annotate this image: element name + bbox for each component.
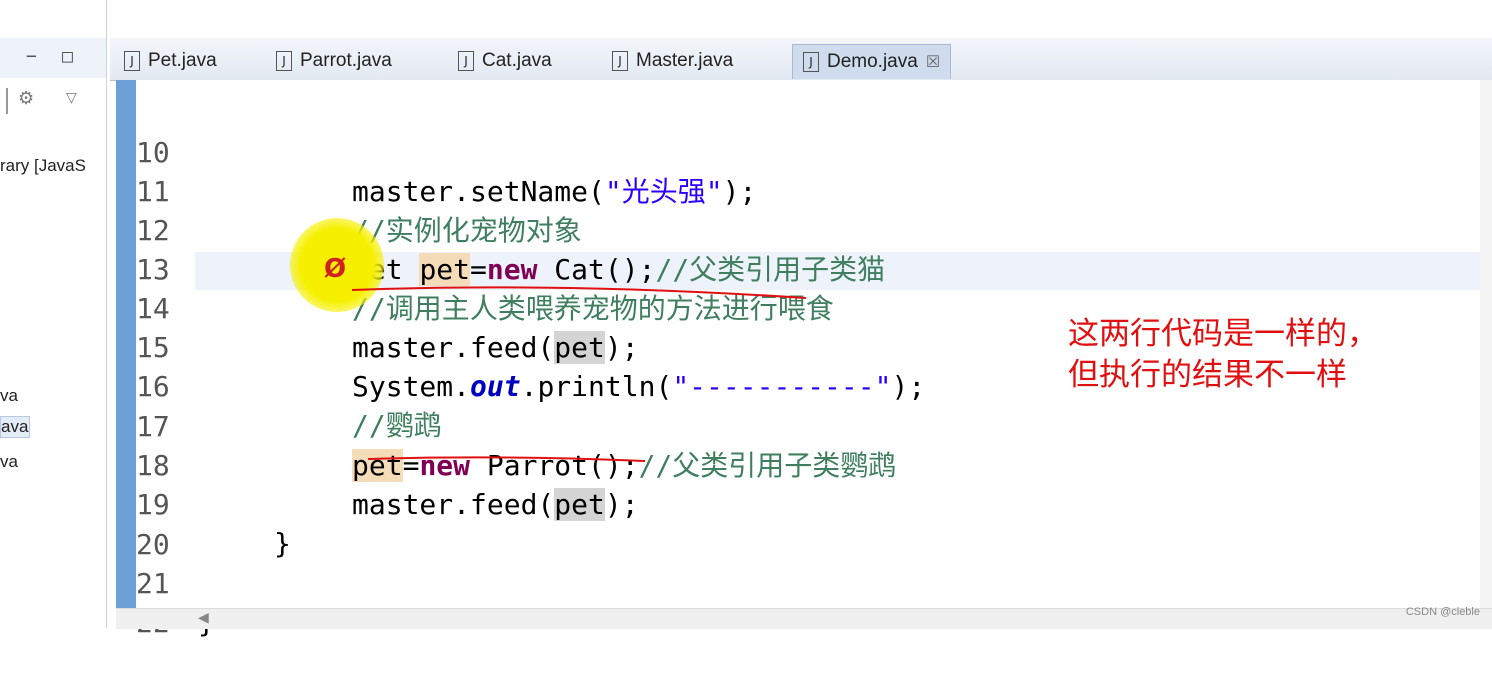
annotation-line-1: 这两行代码是一样的， bbox=[1068, 316, 1378, 352]
underline-line-18 bbox=[367, 456, 646, 462]
watermark: CSDN @cleble bbox=[1405, 606, 1480, 618]
annotation-line-2: 但执行的结果不一样 bbox=[1068, 357, 1347, 393]
horizontal-scrollbar[interactable] bbox=[116, 608, 1492, 629]
scroll-left-icon[interactable]: ◀ bbox=[198, 610, 209, 626]
annotation-note: 这两行代码是一样的， 但执行的结果不一样 bbox=[1068, 314, 1378, 396]
underline-line-14 bbox=[351, 286, 807, 299]
